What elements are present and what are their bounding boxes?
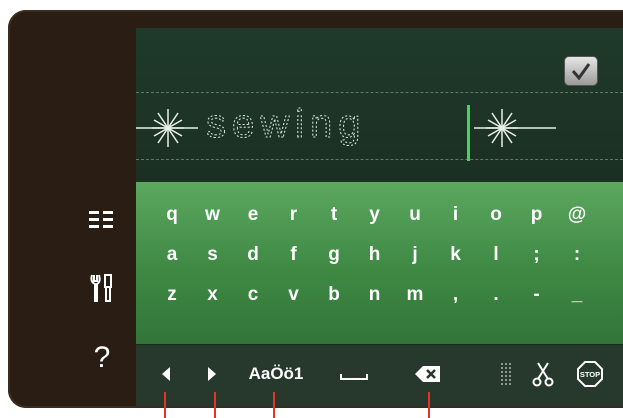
key[interactable]: f xyxy=(279,240,309,270)
key[interactable]: p xyxy=(522,200,552,230)
key[interactable]: @ xyxy=(562,200,592,230)
text-editor: sewing xyxy=(136,28,623,182)
key[interactable]: y xyxy=(360,200,390,230)
callout-line-left xyxy=(164,392,166,418)
help-label: ? xyxy=(93,341,111,374)
key[interactable]: g xyxy=(319,240,349,270)
cut-button[interactable] xyxy=(528,361,558,387)
sidebar: ? xyxy=(8,10,136,408)
key[interactable]: s xyxy=(198,240,228,270)
checkmark-icon xyxy=(571,63,591,81)
stitched-text: sewing xyxy=(206,102,367,146)
key[interactable]: . xyxy=(481,280,511,310)
key[interactable]: z xyxy=(157,280,187,310)
keyboard: q w e r t y u i o p @ a s d f g h j k l;: z x c v b n m,. - _ xyxy=(136,182,623,368)
key[interactable]: _ xyxy=(562,280,592,310)
key[interactable]: w xyxy=(198,200,228,230)
tie-off-button[interactable] xyxy=(494,361,518,387)
key[interactable]: : xyxy=(562,240,592,270)
space-button[interactable] xyxy=(336,361,372,387)
stitch-menu-icon[interactable] xyxy=(84,204,120,236)
backspace-button[interactable] xyxy=(408,361,448,387)
key[interactable]: e xyxy=(238,200,268,230)
callout-line-backspace xyxy=(428,392,430,418)
stitched-text-preview: sewing xyxy=(136,102,556,161)
bottom-toolbar: Aa Öö1 STOP xyxy=(136,344,623,406)
key[interactable]: , xyxy=(441,280,471,310)
key[interactable]: r xyxy=(279,200,309,230)
stop-button[interactable]: STOP xyxy=(576,361,604,387)
arrow-right-icon xyxy=(208,367,216,381)
case-toggle-button[interactable]: Aa Öö1 xyxy=(234,361,318,387)
key[interactable]: m xyxy=(400,280,430,310)
stop-icon: STOP xyxy=(577,361,603,387)
tie-off-icon xyxy=(501,363,511,385)
cursor-left-button[interactable] xyxy=(154,361,178,387)
key[interactable]: a xyxy=(157,240,187,270)
key[interactable]: o xyxy=(481,200,511,230)
right-flourish xyxy=(474,109,556,147)
case-label-symbols: Öö1 xyxy=(270,364,304,383)
key[interactable]: h xyxy=(360,240,390,270)
key[interactable]: d xyxy=(238,240,268,270)
key[interactable]: t xyxy=(319,200,349,230)
key[interactable]: k xyxy=(441,240,471,270)
guide-line-top xyxy=(136,92,623,93)
text-cursor xyxy=(467,105,470,161)
callout-line-right xyxy=(214,392,216,418)
key[interactable]: q xyxy=(157,200,187,230)
key[interactable]: i xyxy=(441,200,471,230)
key[interactable]: l xyxy=(481,240,511,270)
ok-button[interactable] xyxy=(564,56,598,86)
case-label-aa: Aa xyxy=(248,364,271,383)
arrow-left-icon xyxy=(162,367,170,381)
left-flourish xyxy=(136,109,198,147)
tools-icon[interactable] xyxy=(84,272,120,304)
key[interactable]: - xyxy=(522,280,552,310)
screen: sewing q w e r t y u i o p @ a s d f g h j k l;: z x c v b n m,. - _… xyxy=(136,28,623,406)
cursor-right-button[interactable] xyxy=(200,361,224,387)
key[interactable]: ; xyxy=(522,240,552,270)
backspace-icon xyxy=(415,366,440,382)
space-icon xyxy=(340,374,368,380)
key[interactable]: v xyxy=(279,280,309,310)
key[interactable]: j xyxy=(400,240,430,270)
help-icon[interactable]: ? xyxy=(84,341,120,374)
key[interactable]: u xyxy=(400,200,430,230)
key[interactable]: c xyxy=(238,280,268,310)
scissors-icon xyxy=(532,362,554,387)
callout-line-case xyxy=(273,392,275,418)
stop-label: STOP xyxy=(580,370,600,379)
key[interactable]: b xyxy=(319,280,349,310)
key[interactable]: x xyxy=(198,280,228,310)
key[interactable]: n xyxy=(360,280,390,310)
